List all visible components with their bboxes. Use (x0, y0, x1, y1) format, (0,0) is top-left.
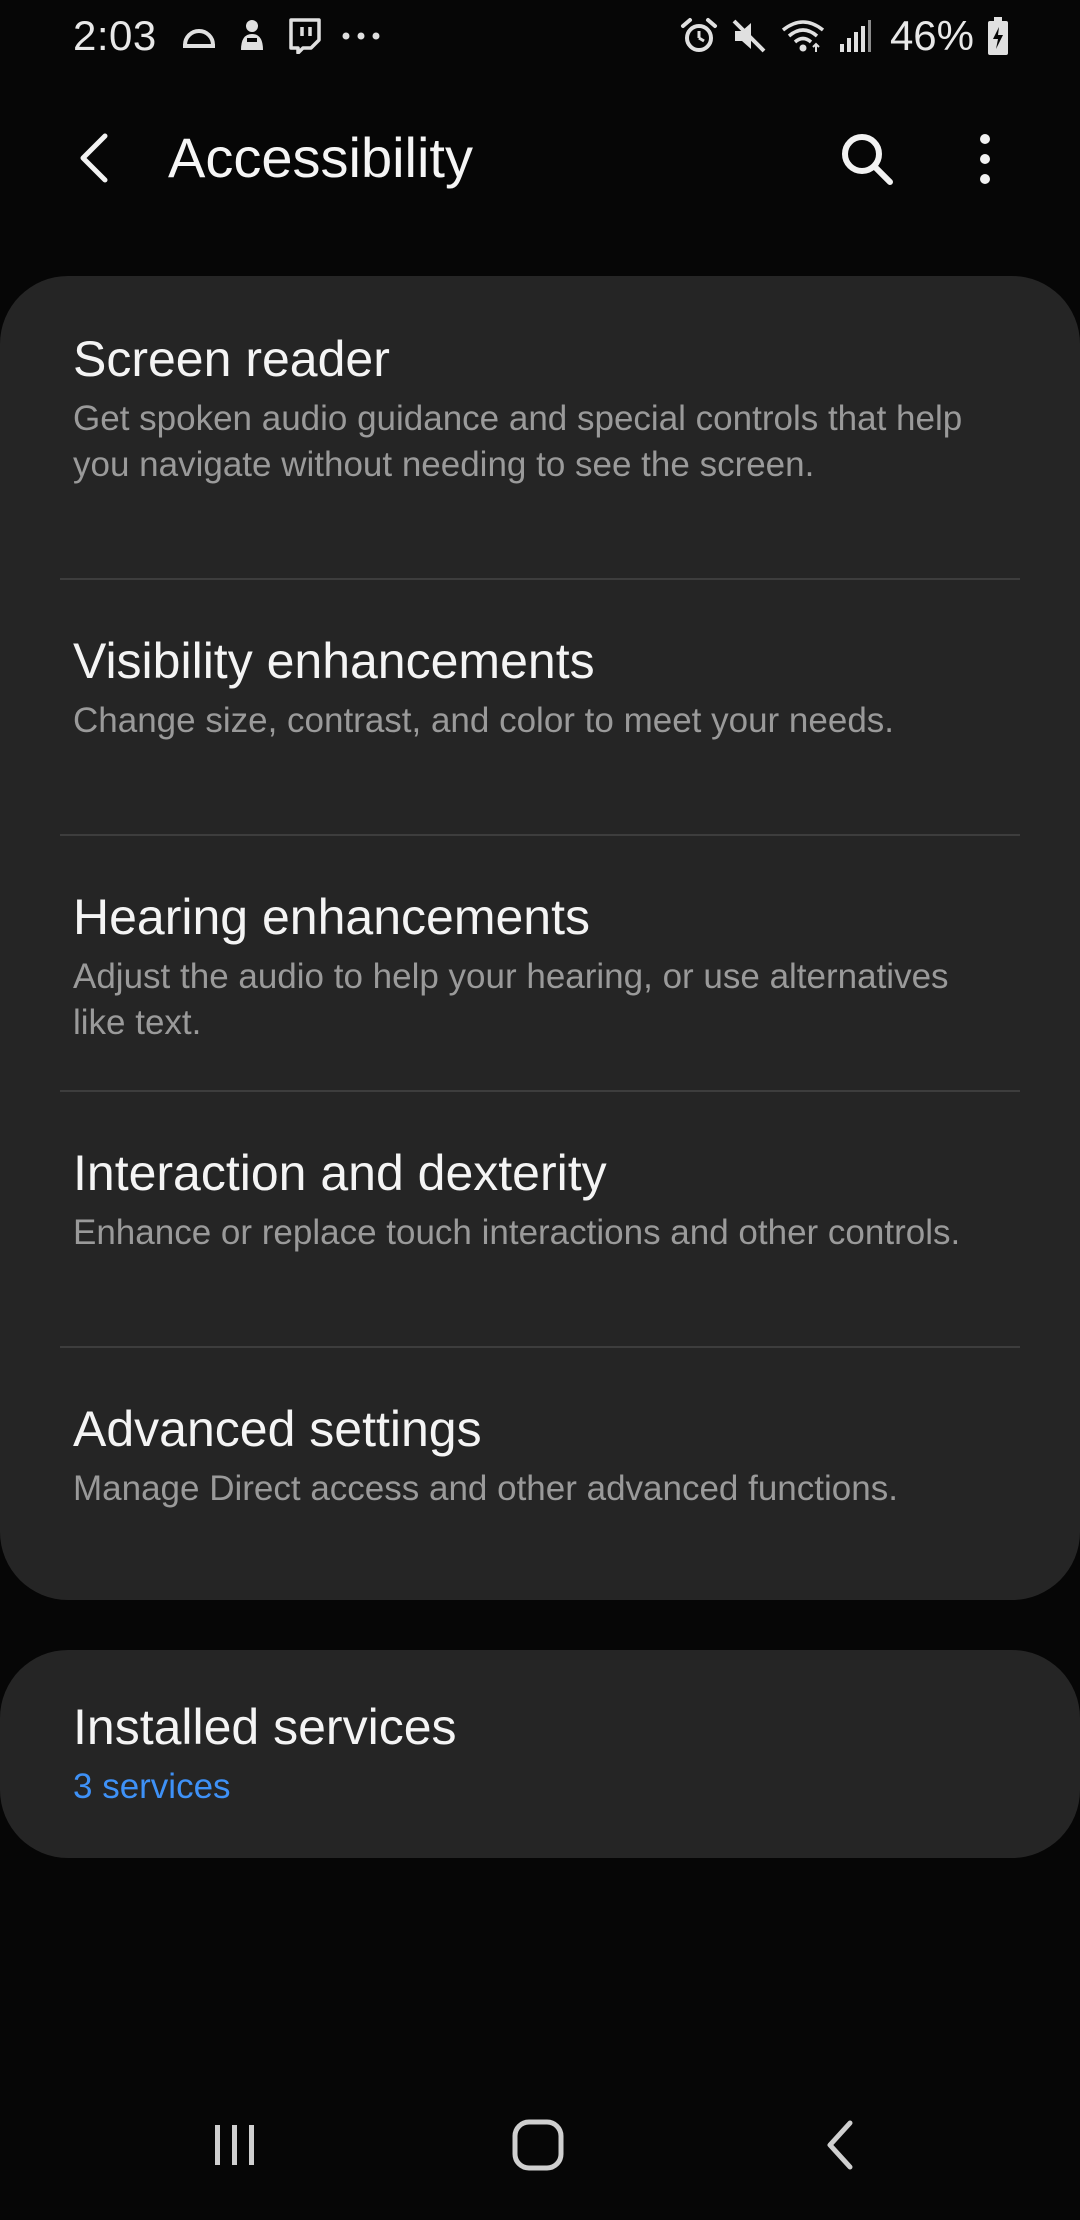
back-button[interactable] (56, 120, 132, 196)
search-icon (839, 131, 895, 187)
item-summary: Adjust the audio to help your hearing, o… (73, 957, 949, 1042)
alarm-icon (680, 17, 718, 55)
notification-icons (181, 18, 381, 55)
list-item-installed-services[interactable]: Installed services 3 services (0, 1696, 1080, 1810)
item-title: Hearing enhancements (73, 889, 590, 945)
installed-services-count: 3 services (73, 1767, 231, 1806)
accessibility-categories-card: Screen reader Get spoken audio guidance … (0, 276, 1080, 1600)
home-button[interactable] (488, 2100, 588, 2190)
recents-button[interactable] (185, 2100, 285, 2190)
list-item-screen-reader[interactable]: Screen reader Get spoken audio guidance … (0, 328, 1080, 488)
divider (60, 1346, 1020, 1348)
twitch-icon (287, 18, 321, 55)
battery-charging-icon (986, 16, 1010, 56)
home-icon (510, 2117, 566, 2173)
item-summary: Change size, contrast, and color to meet… (73, 701, 895, 740)
status-bar: 2:03 46% (0, 0, 1080, 72)
list-item-visibility-enhancements[interactable]: Visibility enhancements Change size, con… (0, 630, 1080, 744)
navigation-bar (0, 2090, 1080, 2200)
page-title: Accessibility (168, 126, 473, 189)
item-title: Screen reader (73, 331, 390, 387)
status-bar-right: 46% (680, 8, 1010, 64)
item-title: Advanced settings (73, 1401, 482, 1457)
nav-back-icon (822, 2119, 858, 2171)
search-button[interactable] (828, 120, 906, 198)
more-dots-icon (341, 31, 381, 41)
recents-icon (210, 2120, 260, 2170)
nav-back-button[interactable] (790, 2100, 890, 2190)
item-summary: Manage Direct access and other advanced … (73, 1469, 898, 1508)
cloud-arc-icon (181, 21, 217, 51)
list-item-advanced-settings[interactable]: Advanced settings Manage Direct access a… (0, 1398, 1080, 1512)
list-item-hearing-enhancements[interactable]: Hearing enhancements Adjust the audio to… (0, 886, 1080, 1046)
more-vertical-icon (978, 133, 992, 185)
item-summary: Get spoken audio guidance and special co… (73, 399, 963, 484)
status-bar-left: 2:03 (73, 8, 381, 64)
list-item-interaction-and-dexterity[interactable]: Interaction and dexterity Enhance or rep… (0, 1142, 1080, 1256)
item-title: Installed services (73, 1699, 457, 1755)
app-bar: Accessibility (0, 100, 1080, 215)
wifi-icon (780, 18, 826, 54)
signal-icon (838, 18, 872, 54)
status-time: 2:03 (73, 12, 157, 59)
item-summary: Enhance or replace touch interactions an… (73, 1213, 961, 1252)
installed-services-card: Installed services 3 services (0, 1650, 1080, 1858)
person-icon (237, 18, 267, 54)
divider (60, 834, 1020, 836)
more-options-button[interactable] (946, 120, 1024, 198)
back-arrow-icon (77, 133, 111, 183)
item-title: Visibility enhancements (73, 633, 595, 689)
item-title: Interaction and dexterity (73, 1145, 607, 1201)
mute-icon (730, 17, 768, 55)
divider (60, 578, 1020, 580)
divider (60, 1090, 1020, 1092)
battery-percent: 46% (889, 12, 974, 59)
